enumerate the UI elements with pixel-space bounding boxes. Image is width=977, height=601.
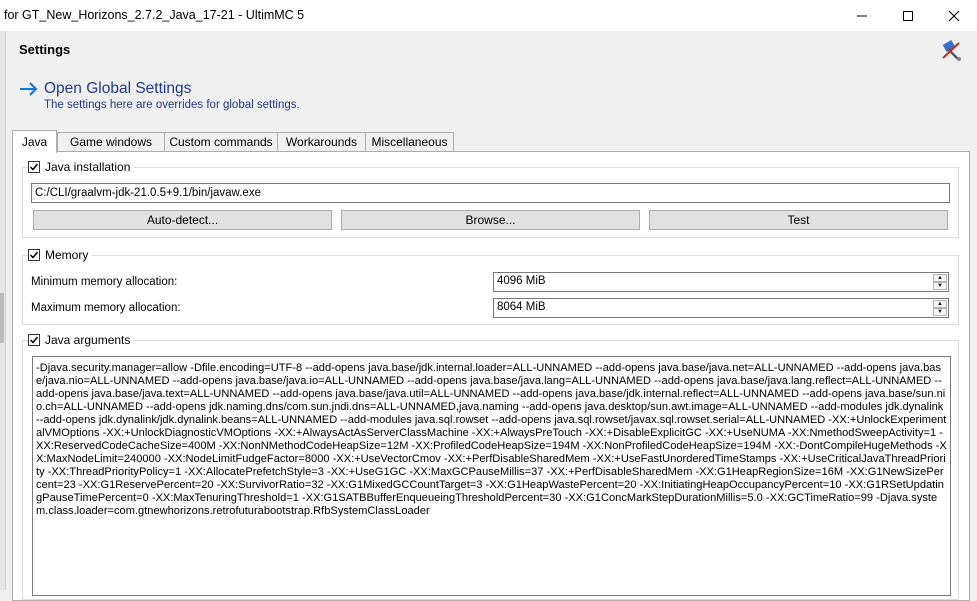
minimize-button[interactable] <box>839 0 885 31</box>
spin-down-icon[interactable]: ▼ <box>933 282 947 290</box>
java-installation-checkbox[interactable] <box>28 161 40 173</box>
settings-icon[interactable] <box>940 40 964 65</box>
checkmark-icon <box>29 336 39 344</box>
memory-label: Memory <box>45 248 89 262</box>
spin-up-icon[interactable]: ▲ <box>933 274 947 282</box>
arrow-right-icon <box>19 81 39 100</box>
left-edge <box>0 31 6 590</box>
java-installation-header: Java installation <box>28 160 135 174</box>
java-path-input[interactable]: C:/CLI/graalvm-jdk-21.0.5+9.1/bin/javaw.… <box>31 183 950 203</box>
maximize-button[interactable] <box>885 0 931 31</box>
min-memory-spinbox[interactable]: 4096 MiB ▲ ▼ <box>493 272 949 292</box>
memory-checkbox[interactable] <box>28 249 40 261</box>
spin-up-icon[interactable]: ▲ <box>933 300 947 308</box>
java-arguments-label: Java arguments <box>45 333 131 347</box>
max-memory-label: Maximum memory allocation: <box>31 302 181 314</box>
close-icon <box>948 10 960 21</box>
tab-game-windows[interactable]: Game windows <box>57 132 165 151</box>
memory-header: Memory <box>28 248 93 262</box>
checkmark-icon <box>29 251 39 259</box>
spin-down-icon[interactable]: ▼ <box>933 308 947 316</box>
auto-detect-button[interactable]: Auto-detect... <box>33 210 332 230</box>
tab-custom-commands[interactable]: Custom commands <box>164 132 278 151</box>
java-arguments-textarea[interactable]: -Djava.security.manager=allow -Dfile.enc… <box>32 356 951 596</box>
java-arguments-checkbox[interactable] <box>28 334 40 346</box>
max-memory-value: 8064 MiB <box>497 301 546 313</box>
checkmark-icon <box>29 163 39 171</box>
min-memory-value: 4096 MiB <box>497 275 546 287</box>
minimize-icon <box>857 15 867 16</box>
java-installation-label: Java installation <box>45 160 131 174</box>
tab-workarounds[interactable]: Workarounds <box>277 132 366 151</box>
title-bar[interactable]: for GT_New_Horizons_2.7.2_Java_17-21 - U… <box>0 0 977 31</box>
header-subtitle: The settings here are overrides for glob… <box>44 99 300 111</box>
tab-java[interactable]: Java <box>12 130 57 153</box>
test-button[interactable]: Test <box>649 210 948 230</box>
min-memory-label: Minimum memory allocation: <box>31 276 178 288</box>
tab-miscellaneous[interactable]: Miscellaneous <box>365 132 454 151</box>
page-title: Settings <box>19 42 71 57</box>
left-edge-handle <box>0 293 4 343</box>
browse-button[interactable]: Browse... <box>341 210 640 230</box>
java-arguments-header: Java arguments <box>28 333 135 347</box>
close-button[interactable] <box>931 0 977 31</box>
max-memory-spinbox[interactable]: 8064 MiB ▲ ▼ <box>493 298 949 318</box>
maximize-icon <box>903 10 913 21</box>
window-title: for GT_New_Horizons_2.7.2_Java_17-21 - U… <box>4 8 305 22</box>
header-title: Open Global Settings <box>44 80 192 97</box>
